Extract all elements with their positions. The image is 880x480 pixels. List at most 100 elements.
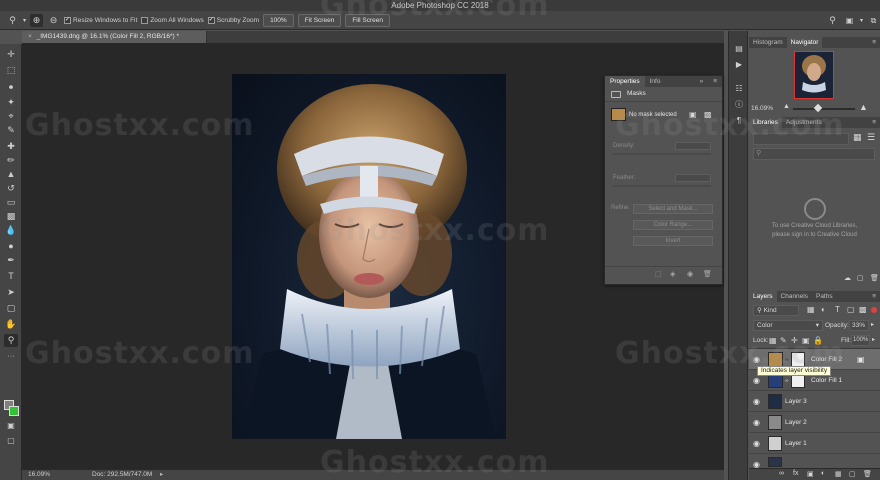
status-arrow-icon[interactable]: ▸ <box>160 470 163 480</box>
visibility-icon[interactable]: ◉ <box>687 270 693 278</box>
rectangle-tool-icon[interactable]: ▢ <box>4 302 18 315</box>
filter-type-icon[interactable]: T <box>835 305 840 314</box>
tab-info[interactable]: Info <box>645 76 666 87</box>
library-delete-icon[interactable]: 🗑 <box>870 274 879 282</box>
layer-filter-select[interactable]: ⚲ Kind <box>753 305 799 316</box>
blend-mode-select[interactable]: Color ▾ <box>753 320 823 331</box>
grid-view-icon[interactable]: ▦ <box>853 132 862 143</box>
zoom-in-small-icon[interactable]: ▲ <box>859 102 868 112</box>
eye-icon[interactable]: ◉ <box>752 397 761 406</box>
tab-paths[interactable]: Paths <box>812 291 837 302</box>
panel-menu-icon[interactable]: ≡ <box>868 37 880 48</box>
eraser-tool-icon[interactable]: ▭ <box>4 196 18 209</box>
eyedropper-tool-icon[interactable]: ✎ <box>4 124 18 137</box>
filter-pixel-icon[interactable]: ▦ <box>807 305 815 314</box>
status-zoom[interactable]: 16.09% <box>28 470 50 480</box>
delete-layer-icon[interactable]: 🗑 <box>863 470 872 478</box>
link-layers-icon[interactable]: ∞ <box>779 470 784 477</box>
close-tab-icon[interactable]: × <box>28 33 32 40</box>
clone-stamp-tool-icon[interactable]: ▲ <box>4 168 18 181</box>
cloud-sync-icon[interactable]: ☁ <box>844 274 851 282</box>
resize-windows-checkbox[interactable]: ✓ Resize Windows to Fit <box>64 16 137 24</box>
group-icon[interactable]: ▦ <box>835 470 842 478</box>
collapse-panel-icon[interactable]: » <box>695 76 709 87</box>
workspace-chevron-icon[interactable]: ▾ <box>860 17 863 24</box>
link-icon[interactable]: ∞ <box>785 378 789 384</box>
list-view-icon[interactable]: ☰ <box>867 132 875 143</box>
type-tool-icon[interactable]: T <box>4 270 18 283</box>
invert-button[interactable]: Invert <box>633 236 713 246</box>
tab-channels[interactable]: Channels <box>777 291 812 302</box>
chevron-down-icon[interactable]: ▾ <box>23 17 26 24</box>
zoom-in-icon[interactable]: ⊕ <box>30 13 44 27</box>
crop-tool-icon[interactable]: ⌖ <box>4 110 18 123</box>
tab-properties[interactable]: Properties <box>605 76 645 87</box>
panel-menu-icon[interactable]: ≡ <box>868 117 880 128</box>
color-range-button[interactable]: Color Range... <box>633 220 713 230</box>
scrubby-zoom-checkbox[interactable]: ✓ Scrubby Zoom <box>207 16 259 24</box>
blur-tool-icon[interactable]: 💧 <box>4 224 18 237</box>
tab-layers[interactable]: Layers <box>749 291 777 302</box>
feather-field[interactable] <box>675 174 711 182</box>
more-tools-icon[interactable]: ··· <box>4 350 18 363</box>
fx-icon[interactable]: fx <box>793 470 798 477</box>
add-mask-icon[interactable]: ▣ <box>807 470 814 478</box>
zoom-100-button[interactable]: 100% <box>263 13 294 27</box>
opacity-field[interactable]: 33% <box>849 320 869 331</box>
adjustment-layer-icon[interactable]: ◐ <box>821 470 825 477</box>
tab-histogram[interactable]: Histogram <box>749 37 787 48</box>
dodge-tool-icon[interactable]: ● <box>4 240 18 253</box>
actions-panel-icon[interactable]: ▶ <box>733 59 745 71</box>
search-icon[interactable]: ⚲ <box>826 14 839 27</box>
gradient-tool-icon[interactable]: ▩ <box>4 210 18 223</box>
layer-row-layer-2[interactable]: ◉ Layer 2 <box>749 412 880 433</box>
screen-mode-icon[interactable]: ▢ <box>4 434 18 447</box>
load-selection-icon[interactable]: ⬚ <box>655 270 662 278</box>
lasso-tool-icon[interactable]: ⦁ <box>4 80 18 93</box>
eye-icon[interactable]: ◉ <box>752 376 761 385</box>
library-search-input[interactable] <box>753 148 875 160</box>
delete-mask-icon[interactable]: 🗑 <box>703 270 712 278</box>
panel-menu-icon[interactable]: ≡ <box>708 76 722 87</box>
pen-tool-icon[interactable]: ✒ <box>4 254 18 267</box>
zoom-out-icon[interactable]: ⊖ <box>47 14 60 27</box>
density-field[interactable] <box>675 142 711 150</box>
brush-tool-icon[interactable]: ✏ <box>4 154 18 167</box>
move-tool-icon[interactable]: ✛ <box>4 48 18 61</box>
feather-slider[interactable] <box>613 185 711 187</box>
filter-adjustment-icon[interactable]: ◐ <box>821 305 826 314</box>
select-and-mask-button[interactable]: Select and Mask... <box>633 204 713 214</box>
filter-toggle-icon[interactable] <box>871 307 877 313</box>
history-brush-tool-icon[interactable]: ↺ <box>4 182 18 195</box>
opacity-arrow-icon[interactable]: ▸ <box>871 321 874 328</box>
density-slider[interactable] <box>613 153 711 155</box>
apply-mask-icon[interactable]: ◈ <box>670 270 675 278</box>
zoom-all-windows-checkbox[interactable]: Zoom All Windows <box>141 16 204 24</box>
eye-icon[interactable]: ◉ <box>752 418 761 427</box>
path-select-tool-icon[interactable]: ➤ <box>4 286 18 299</box>
history-panel-icon[interactable]: ▤ <box>733 43 745 55</box>
fill-arrow-icon[interactable]: ▸ <box>872 336 875 343</box>
quick-mask-icon[interactable]: ▣ <box>4 419 18 432</box>
tab-navigator[interactable]: Navigator <box>786 37 823 48</box>
navigator-preview[interactable] <box>794 51 834 99</box>
layer-row-layer-3[interactable]: ◉ Layer 3 <box>749 391 880 412</box>
layer-row-layer-1[interactable]: ◉ Layer 1 <box>749 433 880 454</box>
hand-tool-icon[interactable]: ✋ <box>4 318 18 331</box>
workspace-icon[interactable]: ▣ <box>843 14 856 27</box>
quick-select-tool-icon[interactable]: ✦ <box>4 96 18 109</box>
zoom-tool-icon[interactable]: ⚲ <box>6 14 19 27</box>
document-tab[interactable]: × _IMG1439.dng @ 16.1% (Color Fill 2, RG… <box>22 31 207 43</box>
zoom-tool-icon[interactable]: ⚲ <box>4 334 18 347</box>
healing-brush-tool-icon[interactable]: ✚ <box>4 140 18 153</box>
properties-panel-icon[interactable]: ☷ <box>733 83 745 95</box>
document-image[interactable] <box>232 74 506 439</box>
eye-icon[interactable]: ◉ <box>752 439 761 448</box>
new-layer-icon[interactable]: ▢ <box>849 470 856 478</box>
filter-shape-icon[interactable]: ▢ <box>847 305 855 314</box>
fill-field[interactable]: 100% <box>851 335 870 346</box>
panel-menu-icon[interactable]: ≡ <box>868 291 880 302</box>
share-icon[interactable]: ⧉ <box>867 14 880 27</box>
filter-smart-object-icon[interactable]: ▩ <box>859 305 867 314</box>
library-add-icon[interactable]: ▢ <box>857 274 864 282</box>
